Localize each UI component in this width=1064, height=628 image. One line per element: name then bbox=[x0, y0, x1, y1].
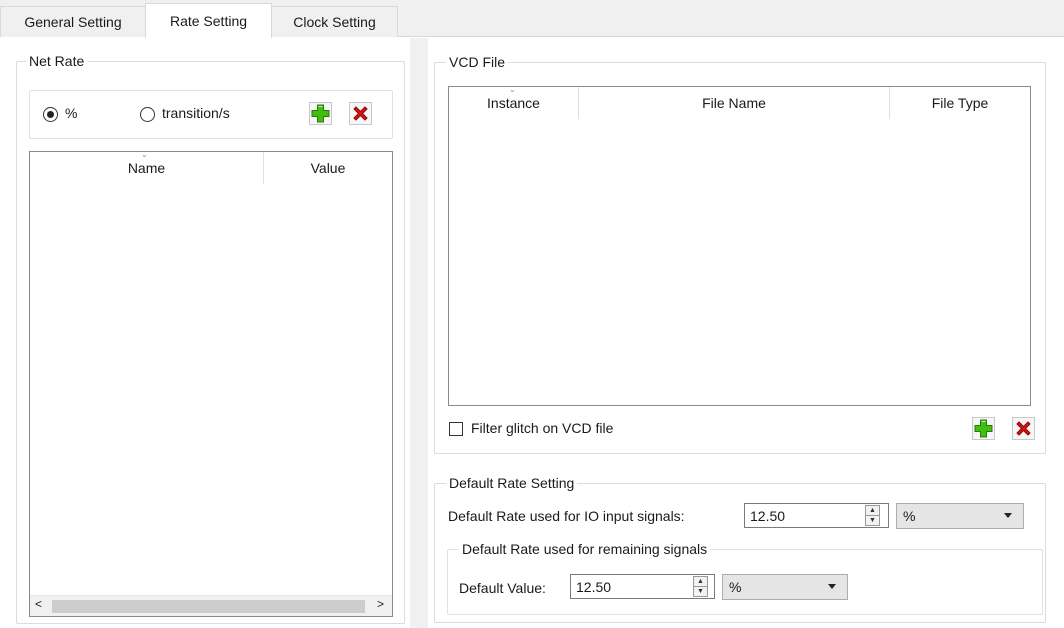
column-header-label: File Type bbox=[931, 95, 989, 111]
io-rate-unit-value: % bbox=[903, 508, 916, 524]
sort-indicator-icon: ⌄ bbox=[509, 85, 516, 94]
column-header-label: Value bbox=[310, 160, 346, 176]
io-rate-unit-select[interactable]: % bbox=[896, 503, 1024, 529]
tab-label: General Setting bbox=[24, 14, 122, 30]
radio-transition-label: transition/s bbox=[162, 105, 230, 121]
default-rate-title: Default Rate Setting bbox=[446, 475, 578, 491]
spin-up-icon[interactable]: ▲ bbox=[866, 506, 879, 516]
vcd-file-table[interactable]: Instance ⌄ File Name File Type bbox=[448, 85, 1031, 406]
tab-label: Rate Setting bbox=[169, 13, 248, 29]
default-value-label: Default Value: bbox=[459, 580, 546, 596]
column-header-label: File Name bbox=[702, 95, 766, 111]
io-rate-label: Default Rate used for IO input signals: bbox=[448, 508, 685, 524]
panel-divider bbox=[410, 38, 428, 628]
horizontal-scrollbar[interactable]: < > bbox=[30, 595, 392, 616]
chevron-down-icon bbox=[828, 584, 836, 589]
x-icon bbox=[1014, 419, 1033, 438]
radio-transition[interactable] bbox=[140, 107, 155, 122]
io-rate-spin-buttons[interactable]: ▲ ▼ bbox=[865, 505, 880, 526]
remaining-signals-title: Default Rate used for remaining signals bbox=[459, 541, 711, 557]
scroll-left-arrow-icon[interactable]: < bbox=[35, 597, 42, 611]
tab-general-setting[interactable]: General Setting bbox=[0, 6, 146, 37]
tab-clock-setting[interactable]: Clock Setting bbox=[271, 6, 398, 37]
default-value-unit-select[interactable]: % bbox=[722, 574, 848, 600]
tab-label: Clock Setting bbox=[293, 14, 376, 30]
sort-indicator-icon: ⌄ bbox=[141, 150, 148, 159]
net-rate-delete-button[interactable] bbox=[349, 102, 372, 125]
default-value-unit: % bbox=[729, 579, 742, 595]
net-rate-table[interactable]: Name ⌄ Value < > bbox=[29, 150, 393, 617]
radio-percent-label: % bbox=[65, 105, 78, 121]
filter-glitch-label: Filter glitch on VCD file bbox=[471, 420, 614, 436]
filter-glitch-checkbox[interactable] bbox=[449, 422, 463, 436]
scroll-right-arrow-icon[interactable]: > bbox=[377, 597, 384, 611]
vcd-add-button[interactable] bbox=[972, 417, 995, 440]
io-rate-spinbox[interactable]: 12.50 ▲ ▼ bbox=[744, 503, 889, 528]
vcd-delete-button[interactable] bbox=[1012, 417, 1035, 440]
net-rate-add-button[interactable] bbox=[309, 102, 332, 125]
default-value-spin-buttons[interactable]: ▲ ▼ bbox=[693, 576, 708, 597]
plus-icon bbox=[974, 419, 993, 438]
x-icon bbox=[351, 104, 370, 123]
tab-rate-setting[interactable]: Rate Setting bbox=[145, 3, 272, 38]
column-header-label: Instance bbox=[487, 95, 540, 111]
column-header-file-type[interactable]: File Type bbox=[890, 87, 1030, 119]
scrollbar-thumb[interactable] bbox=[52, 600, 365, 613]
column-header-label: Name bbox=[127, 160, 166, 176]
default-value-input[interactable]: 12.50 bbox=[576, 579, 611, 595]
io-rate-value[interactable]: 12.50 bbox=[750, 508, 785, 524]
plus-icon bbox=[311, 104, 330, 123]
default-value-spinbox[interactable]: 12.50 ▲ ▼ bbox=[570, 574, 715, 599]
vcd-file-title: VCD File bbox=[446, 54, 509, 70]
column-header-file-name[interactable]: File Name bbox=[579, 87, 889, 119]
spin-down-icon[interactable]: ▼ bbox=[694, 587, 707, 596]
column-header-value[interactable]: Value bbox=[264, 152, 392, 184]
spin-up-icon[interactable]: ▲ bbox=[694, 577, 707, 587]
radio-percent[interactable] bbox=[43, 107, 58, 122]
chevron-down-icon bbox=[1004, 513, 1012, 518]
net-rate-title: Net Rate bbox=[26, 53, 88, 69]
spin-down-icon[interactable]: ▼ bbox=[866, 516, 879, 525]
